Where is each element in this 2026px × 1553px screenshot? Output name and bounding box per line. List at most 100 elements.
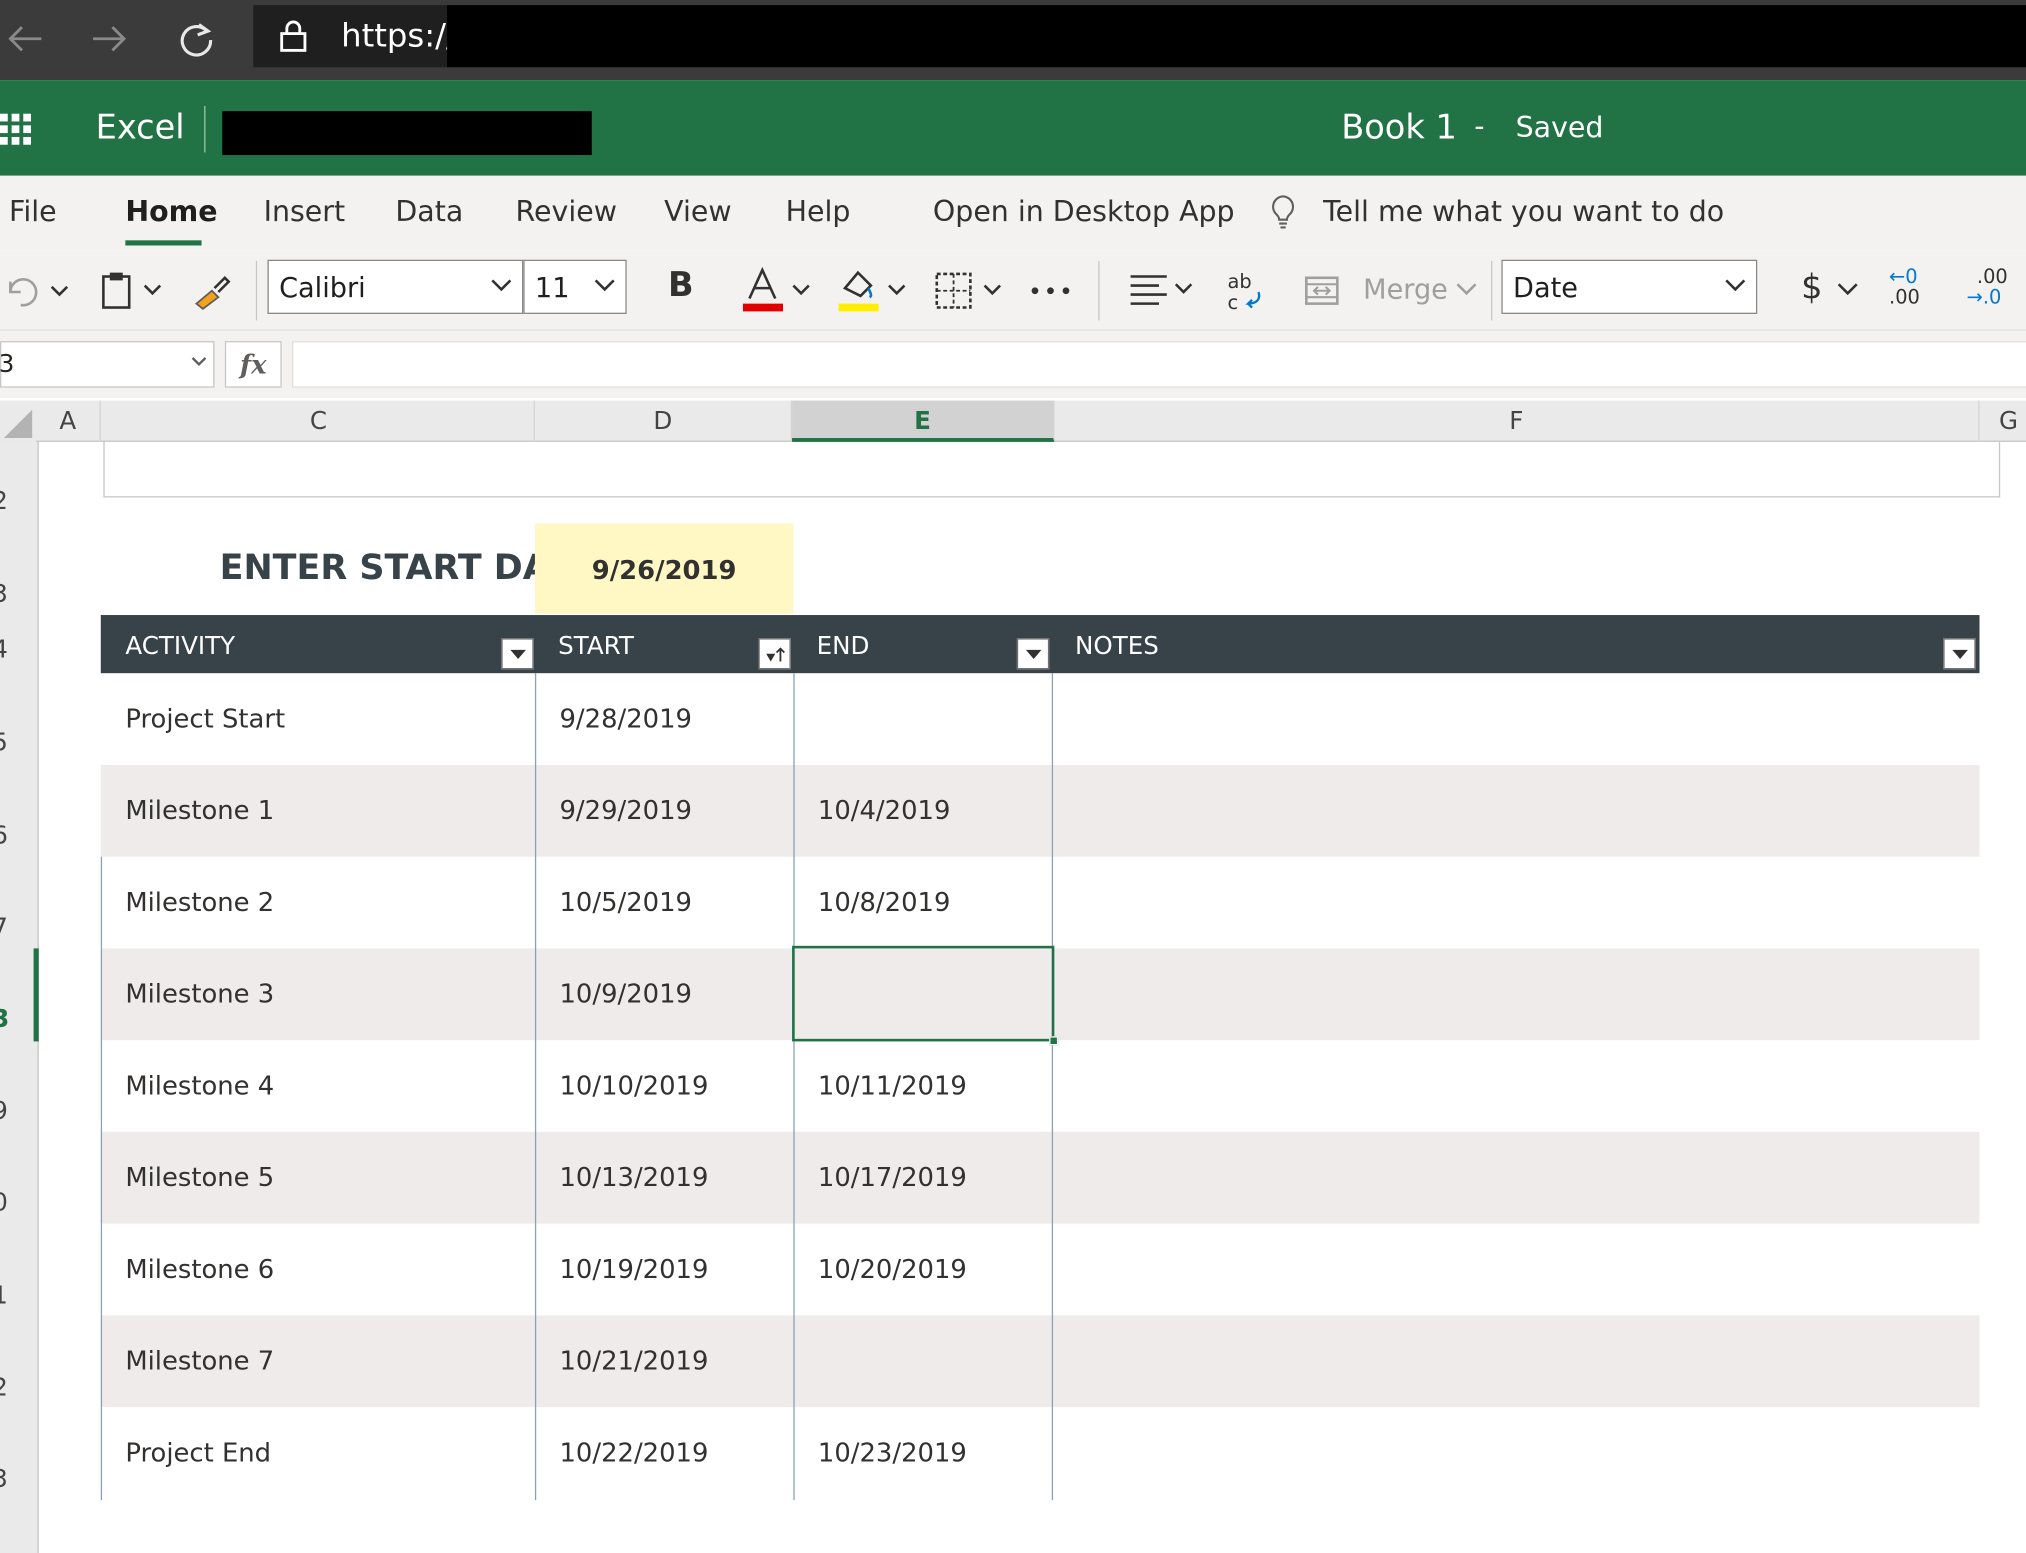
increase-decimal-button[interactable]: .00 →.0 [1967,266,2026,318]
save-status: Saved [1515,112,1604,145]
row-header[interactable]: 5 [0,729,8,757]
row-header[interactable]: 2 [0,1374,8,1402]
tab-home[interactable]: Home [125,196,217,228]
number-format-select[interactable]: Date [1501,259,1758,314]
tab-review[interactable]: Review [516,196,617,228]
more-options-button[interactable] [1029,251,1073,331]
app-name[interactable]: Excel [96,109,185,148]
cell-activity[interactable]: Milestone 7 [125,1315,274,1407]
back-button[interactable] [0,13,52,65]
cell-activity[interactable]: Milestone 1 [125,765,274,857]
formula-input[interactable] [292,341,2026,388]
name-box-value: 3 [0,350,15,379]
select-all-corner[interactable] [0,400,37,442]
fill-color-button[interactable] [835,251,913,331]
cell-start[interactable]: 10/22/2019 [559,1407,708,1499]
cell-activity[interactable]: Milestone 6 [125,1224,274,1316]
tab-view[interactable]: View [664,196,731,228]
bold-button[interactable]: B [668,266,694,305]
cell-start[interactable]: 9/28/2019 [559,673,692,765]
decrease-decimal-button[interactable]: ←0 .00 [1889,266,1941,318]
name-box[interactable]: 3 [0,341,215,388]
tell-me-search[interactable]: Tell me what you want to do [1323,196,1724,228]
font-color-button[interactable] [739,251,814,331]
formula-bar: 3 fx [0,330,2026,398]
table-row: Project Start 9/28/2019 [101,673,1980,765]
cell-activity[interactable]: Milestone 4 [125,1040,274,1132]
borders-button[interactable] [933,251,1008,331]
fill-handle[interactable] [1049,1036,1059,1046]
row-header[interactable]: 1 [0,1282,8,1310]
cell-start[interactable]: 9/29/2019 [559,765,692,857]
currency-button[interactable]: $ [1801,269,1822,308]
cell-activity[interactable]: Project End [125,1407,271,1499]
cell-end[interactable]: 10/20/2019 [818,1224,967,1316]
column-header-d[interactable]: D [535,400,793,442]
filter-dropdown-icon [1952,649,1968,659]
title-cell-border[interactable] [103,441,2001,498]
tab-data[interactable]: Data [395,196,463,228]
start-date-cell[interactable]: 9/26/2019 [534,523,794,614]
tab-insert[interactable]: Insert [264,196,346,228]
app-divider [204,105,206,153]
row-header[interactable]: 3 [0,1465,8,1493]
notes-filter-button[interactable] [1943,638,1976,670]
row-header[interactable]: 9 [0,1097,8,1125]
cell-end[interactable]: 10/4/2019 [818,765,951,857]
app-launcher-icon[interactable] [0,113,34,148]
column-header-f[interactable]: F [1054,400,1980,442]
row-header[interactable]: 3 [0,580,8,608]
cell-end[interactable]: 10/11/2019 [818,1040,967,1132]
workbook-title[interactable]: Book 1 [1341,109,1457,148]
table-row: Project End 10/22/2019 10/23/2019 [101,1407,1980,1499]
cell-end[interactable]: 10/17/2019 [818,1132,967,1224]
refresh-button[interactable] [171,13,223,65]
cell-end[interactable]: 10/8/2019 [818,857,951,949]
format-painter-button[interactable] [191,251,232,331]
column-header-a[interactable]: A [36,400,101,442]
row-header-selected[interactable]: 3 [0,1005,9,1033]
tab-help[interactable]: Help [786,196,851,228]
cell-activity[interactable]: Milestone 3 [125,948,274,1040]
cell-activity[interactable]: Milestone 2 [125,857,274,949]
table-row: Milestone 1 9/29/2019 10/4/2019 [100,764,1980,857]
wrap-text-button[interactable]: ab c [1222,251,1266,331]
insert-function-button[interactable]: fx [224,341,282,388]
merge-button[interactable] [1302,251,1341,331]
align-button[interactable] [1127,251,1199,331]
cell-start[interactable]: 10/10/2019 [559,1040,708,1132]
cell-start[interactable]: 10/13/2019 [559,1132,708,1224]
row-header[interactable]: 0 [0,1189,8,1217]
chevron-down-icon [1725,279,1746,292]
address-bar[interactable]: https:// [253,5,2026,68]
activity-filter-button[interactable] [501,638,534,670]
active-cell-selection[interactable] [792,945,1055,1042]
cell-start[interactable]: 10/9/2019 [559,948,692,1040]
cell-activity[interactable]: Project Start [125,673,285,765]
paste-button[interactable] [98,251,165,331]
font-name-select[interactable]: Calibri [267,259,524,314]
table-row: Milestone 5 10/13/2019 10/17/2019 [100,1131,1980,1224]
column-header-g[interactable]: G [1979,401,2026,442]
cell-activity[interactable]: Milestone 5 [125,1132,274,1224]
font-size-select[interactable]: 11 [523,259,627,314]
column-header-c[interactable]: C [103,400,535,442]
start-filter-button[interactable] [758,638,791,670]
cell-start[interactable]: 10/5/2019 [559,857,692,949]
row-header[interactable]: 6 [0,822,8,850]
cell-start[interactable]: 10/19/2019 [559,1224,708,1316]
chevron-down-icon [594,279,615,292]
cell-start[interactable]: 10/21/2019 [559,1315,708,1407]
cell-end[interactable]: 10/23/2019 [818,1407,967,1499]
undo-button[interactable] [3,251,75,331]
column-header-e[interactable]: E [792,400,1055,442]
open-in-desktop-app-button[interactable]: Open in Desktop App [933,196,1235,228]
column-divider [534,673,537,1501]
row-header[interactable]: 7 [0,914,8,942]
forward-button[interactable] [83,13,135,65]
end-filter-button[interactable] [1016,638,1050,670]
header-end: END [816,631,870,661]
tab-file[interactable]: File [9,196,57,228]
row-header[interactable]: 2 [0,487,8,515]
row-header[interactable]: 4 [0,636,8,664]
